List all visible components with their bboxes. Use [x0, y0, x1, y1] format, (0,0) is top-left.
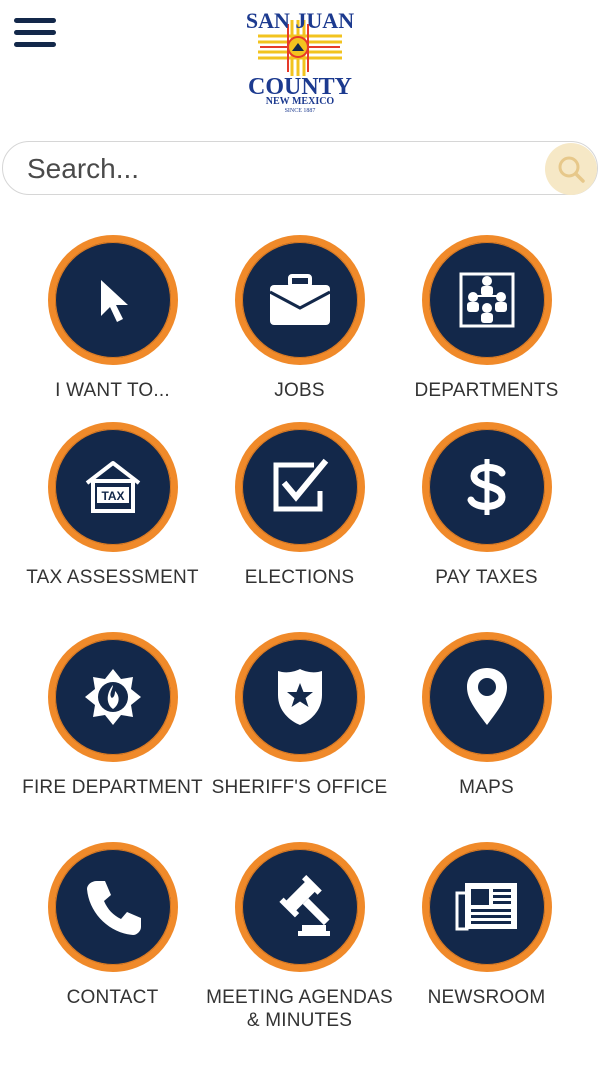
tile-tax-assessment[interactable]: TAX TAX ASSESSMENT	[19, 422, 206, 589]
dollar-icon	[467, 459, 506, 515]
tile-contact[interactable]: CONTACT	[19, 842, 206, 1009]
tile-label: FIRE DEPARTMENT	[22, 777, 203, 798]
tile-label: JOBS	[274, 380, 325, 401]
checkbox-icon	[273, 458, 328, 512]
tile-label: DEPARTMENTS	[414, 380, 559, 401]
search-button[interactable]	[545, 143, 597, 195]
search-input[interactable]	[25, 148, 529, 190]
tile-label: MEETING AGENDAS & MINUTES	[206, 987, 393, 1031]
tile-label: NEWSROOM	[427, 987, 546, 1008]
tile-meeting-agendas[interactable]: MEETING AGENDAS & MINUTES	[206, 842, 393, 1032]
tile-icon-circle	[421, 422, 552, 552]
tile-icon-circle	[47, 842, 178, 972]
tile-maps[interactable]: MAPS	[393, 632, 580, 799]
briefcase-icon	[268, 274, 331, 325]
tile-label: TAX ASSESSMENT	[26, 567, 199, 588]
tile-elections[interactable]: ELECTIONS	[206, 422, 393, 589]
newspaper-icon	[455, 883, 517, 931]
tile-label: MAPS	[459, 777, 514, 798]
tax-house-icon: TAX	[85, 461, 140, 513]
search-icon	[558, 156, 585, 183]
tile-label: SHERIFF'S OFFICE	[211, 777, 388, 798]
tile-icon-circle	[47, 632, 178, 762]
tile-icon-circle	[234, 842, 365, 972]
tile-icon-circle	[421, 842, 552, 972]
search-bar	[2, 141, 598, 195]
tile-departments[interactable]: DEPARTMENTS	[393, 235, 580, 402]
tile-icon-circle	[421, 235, 552, 365]
logo-text-san-juan: SAN JUAN	[246, 8, 354, 33]
tile-pay-taxes[interactable]: PAY TAXES	[393, 422, 580, 589]
phone-icon	[86, 881, 141, 935]
fire-emblem-icon	[84, 669, 141, 725]
county-logo-graphic: SAN JUAN COUNTY NEW MEXICO SINCE 1887	[246, 8, 354, 114]
cursor-icon	[100, 280, 128, 322]
org-chart-icon	[459, 272, 514, 328]
tile-fire-department[interactable]: FIRE DEPARTMENT	[19, 632, 206, 799]
gavel-icon	[278, 875, 330, 936]
header: SAN JUAN COUNTY NEW MEXICO SINCE 1887	[0, 0, 600, 130]
tile-icon-circle	[234, 235, 365, 365]
logo-text-new-mexico: NEW MEXICO	[266, 96, 335, 107]
tile-sheriffs-office[interactable]: SHERIFF'S OFFICE	[206, 632, 393, 799]
map-pin-icon	[466, 668, 507, 725]
tile-icon-circle	[234, 422, 365, 552]
tile-i-want-to[interactable]: I WANT TO...	[19, 235, 206, 402]
tile-label: I WANT TO...	[55, 380, 170, 401]
menu-icon-bar	[14, 18, 56, 23]
menu-button[interactable]	[14, 18, 56, 48]
tile-label: CONTACT	[66, 987, 159, 1008]
tile-newsroom[interactable]: NEWSROOM	[393, 842, 580, 1009]
menu-icon-bar	[14, 42, 56, 47]
menu-icon-bar	[14, 30, 56, 35]
tile-icon-circle	[47, 235, 178, 365]
tile-jobs[interactable]: JOBS	[206, 235, 393, 402]
tile-icon-circle	[234, 632, 365, 762]
tile-label: ELECTIONS	[244, 567, 355, 588]
tile-icon-circle	[421, 632, 552, 762]
tile-label: PAY TAXES	[435, 567, 538, 588]
tax-badge-text: TAX	[101, 489, 124, 503]
logo-text-since: SINCE 1887	[285, 108, 316, 114]
tile-icon-circle: TAX	[47, 422, 178, 552]
sheriff-badge-icon	[277, 669, 322, 725]
county-logo[interactable]: SAN JUAN COUNTY NEW MEXICO SINCE 1887	[238, 6, 362, 114]
